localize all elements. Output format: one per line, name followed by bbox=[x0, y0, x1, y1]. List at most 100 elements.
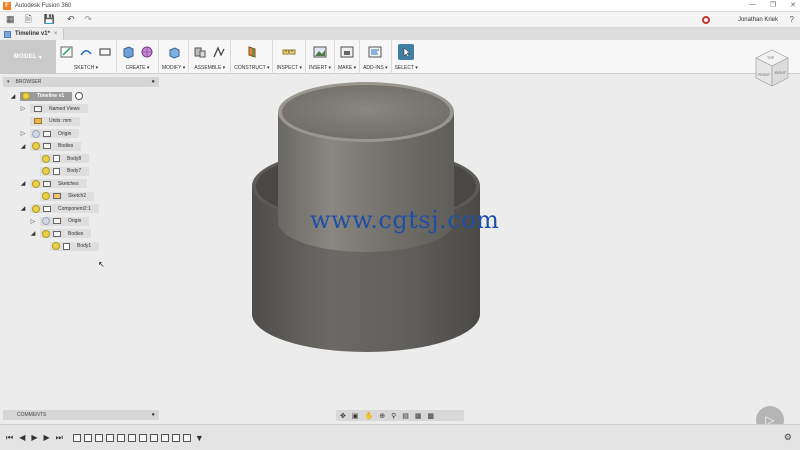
browser-item-chip[interactable]: Origin bbox=[40, 216, 90, 226]
browser-item[interactable]: Units: mm bbox=[20, 116, 80, 126]
select-icon[interactable] bbox=[398, 44, 415, 60]
minimize-icon[interactable]: — bbox=[749, 1, 756, 9]
sketch-group[interactable]: SKETCH ▾ bbox=[56, 40, 117, 74]
viewcube-right-label[interactable]: RIGHT bbox=[775, 71, 787, 75]
browser-item-chip[interactable]: Body8 bbox=[40, 154, 90, 163]
browser-item[interactable]: ◢ Timeline v1 bbox=[10, 91, 84, 101]
model-viewport[interactable] bbox=[160, 74, 750, 410]
browser-item-chip[interactable]: Named Views bbox=[30, 104, 88, 113]
expand-toggle-icon[interactable]: ▷ bbox=[20, 130, 26, 137]
visibility-bulb-icon[interactable] bbox=[42, 217, 50, 225]
timeline-feature-icon[interactable] bbox=[83, 433, 92, 442]
browser-item[interactable]: ◢ Component2:1 bbox=[20, 204, 99, 214]
pan-icon[interactable]: ✋ bbox=[365, 412, 374, 420]
scripts-icon[interactable] bbox=[367, 44, 383, 60]
undo-icon[interactable]: ↶ bbox=[67, 14, 75, 25]
help-icon[interactable]: ? bbox=[790, 15, 794, 24]
box-icon[interactable] bbox=[120, 44, 136, 60]
visibility-bulb-icon[interactable] bbox=[42, 192, 50, 200]
construct-group[interactable]: CONSTRUCT ▾ bbox=[231, 40, 274, 74]
go-to-start-icon[interactable]: ⏮ bbox=[6, 433, 13, 443]
play-icon[interactable]: ▶ bbox=[31, 433, 37, 442]
browser-item-chip[interactable]: Body7 bbox=[40, 166, 90, 176]
select-group[interactable]: SELECT ▾ bbox=[392, 40, 421, 74]
sketch-create-icon[interactable] bbox=[59, 44, 75, 60]
fit-icon[interactable]: ⚲ bbox=[391, 412, 396, 420]
line-icon[interactable] bbox=[78, 44, 94, 60]
assemble-group[interactable]: ASSEMBLE ▾ bbox=[189, 40, 232, 74]
timeline-feature-icon[interactable] bbox=[72, 433, 81, 442]
comments-panel-header[interactable]: COMMENTS ● bbox=[3, 410, 159, 420]
visibility-bulb-icon[interactable] bbox=[32, 142, 40, 150]
activate-radio-icon[interactable] bbox=[75, 92, 84, 100]
visibility-bulb-icon[interactable] bbox=[32, 129, 40, 138]
visibility-bulb-icon[interactable] bbox=[32, 204, 40, 213]
browser-item[interactable]: ◢ Sketches bbox=[20, 179, 87, 189]
browser-item[interactable]: ◢ Bodies bbox=[30, 229, 92, 239]
timeline-feature-icon[interactable] bbox=[127, 433, 136, 442]
zoom-icon[interactable]: ⊕ bbox=[379, 412, 385, 420]
save-icon[interactable]: 💾 bbox=[44, 14, 55, 25]
notification-icon[interactable] bbox=[702, 16, 710, 24]
browser-pin-icon[interactable]: ● bbox=[151, 79, 155, 85]
timeline-settings-gear-icon[interactable]: ⚙ bbox=[784, 432, 792, 443]
expand-toggle-icon[interactable]: ◢ bbox=[20, 143, 26, 150]
orbit-icon[interactable]: ✥ bbox=[340, 412, 346, 420]
visibility-bulb-icon[interactable] bbox=[22, 92, 30, 100]
visibility-bulb-icon[interactable] bbox=[32, 179, 40, 188]
comments-pin-icon[interactable]: ● bbox=[151, 412, 155, 418]
expand-toggle-icon[interactable]: ▷ bbox=[30, 218, 36, 225]
viewcube[interactable]: TOP FRONT RIGHT bbox=[752, 46, 792, 94]
timeline-feature-icon[interactable] bbox=[94, 433, 103, 442]
browser-item-chip[interactable]: Timeline v1 bbox=[20, 91, 73, 101]
browser-item[interactable]: ◢ Bodies bbox=[20, 141, 82, 151]
maximize-icon[interactable]: ❐ bbox=[770, 1, 776, 9]
browser-item-chip[interactable]: Origin bbox=[30, 129, 80, 138]
browser-panel-header[interactable]: ▾ BROWSER ● bbox=[3, 77, 159, 87]
browser-item[interactable]: ▷ Named Views bbox=[20, 104, 88, 114]
expand-toggle-icon[interactable]: ◢ bbox=[20, 180, 26, 187]
viewports-icon[interactable]: ▩ bbox=[427, 412, 434, 420]
press-pull-icon[interactable] bbox=[166, 44, 182, 60]
timeline-feature-icon[interactable] bbox=[105, 433, 114, 442]
visibility-bulb-icon[interactable] bbox=[42, 167, 50, 175]
browser-item[interactable]: ▷ Origin bbox=[20, 129, 80, 139]
timeline-feature-icon[interactable] bbox=[182, 433, 191, 442]
collapse-browser-icon[interactable]: ▾ bbox=[7, 79, 10, 85]
browser-item[interactable]: Sketch2 bbox=[30, 191, 95, 201]
browser-item[interactable]: ▷ Origin bbox=[30, 216, 90, 226]
timeline-feature-icon[interactable] bbox=[149, 433, 158, 442]
viewcube-front-label[interactable]: FRONT bbox=[758, 73, 771, 77]
browser-item-chip[interactable]: Bodies bbox=[40, 229, 92, 238]
step-back-icon[interactable]: ◀ bbox=[19, 433, 25, 442]
visibility-bulb-icon[interactable] bbox=[42, 154, 50, 163]
close-tab-icon[interactable]: × bbox=[54, 31, 58, 37]
display-settings-icon[interactable]: ▤ bbox=[402, 412, 409, 420]
timeline-marker-icon[interactable]: ▼ bbox=[195, 433, 204, 443]
expand-toggle-icon[interactable]: ▷ bbox=[20, 105, 26, 112]
timeline-feature-icon[interactable] bbox=[171, 433, 180, 442]
joint-icon[interactable] bbox=[211, 44, 227, 60]
browser-item-chip[interactable]: Sketch2 bbox=[40, 191, 95, 201]
browser-item-chip[interactable]: Bodies bbox=[30, 141, 82, 151]
create-group[interactable]: CREATE ▾ bbox=[117, 40, 159, 74]
insert-image-icon[interactable] bbox=[312, 44, 328, 60]
close-icon[interactable]: ✕ bbox=[790, 1, 796, 9]
workspace-switcher-button[interactable]: MODEL ▾ bbox=[0, 40, 56, 74]
browser-item-chip[interactable]: Sketches bbox=[30, 179, 87, 188]
expand-toggle-icon[interactable]: ◢ bbox=[10, 93, 16, 100]
3d-print-icon[interactable] bbox=[339, 44, 355, 60]
expand-toggle-icon[interactable]: ◢ bbox=[30, 230, 36, 237]
viewcube-top-label[interactable]: TOP bbox=[767, 56, 775, 60]
browser-item-chip[interactable]: Units: mm bbox=[30, 116, 80, 126]
timeline-feature-icon[interactable] bbox=[138, 433, 147, 442]
form-icon[interactable] bbox=[139, 44, 155, 60]
browser-item[interactable]: Body7 bbox=[30, 166, 90, 176]
modify-group[interactable]: MODIFY ▾ bbox=[159, 40, 190, 74]
plane-icon[interactable] bbox=[244, 44, 260, 60]
browser-item-chip[interactable]: Body1 bbox=[50, 241, 100, 251]
redo-icon[interactable]: ↷ bbox=[85, 14, 93, 25]
timeline-feature-icon[interactable] bbox=[160, 433, 169, 442]
document-tab[interactable]: Timeline v1* × bbox=[0, 28, 65, 40]
measure-icon[interactable] bbox=[281, 44, 297, 60]
